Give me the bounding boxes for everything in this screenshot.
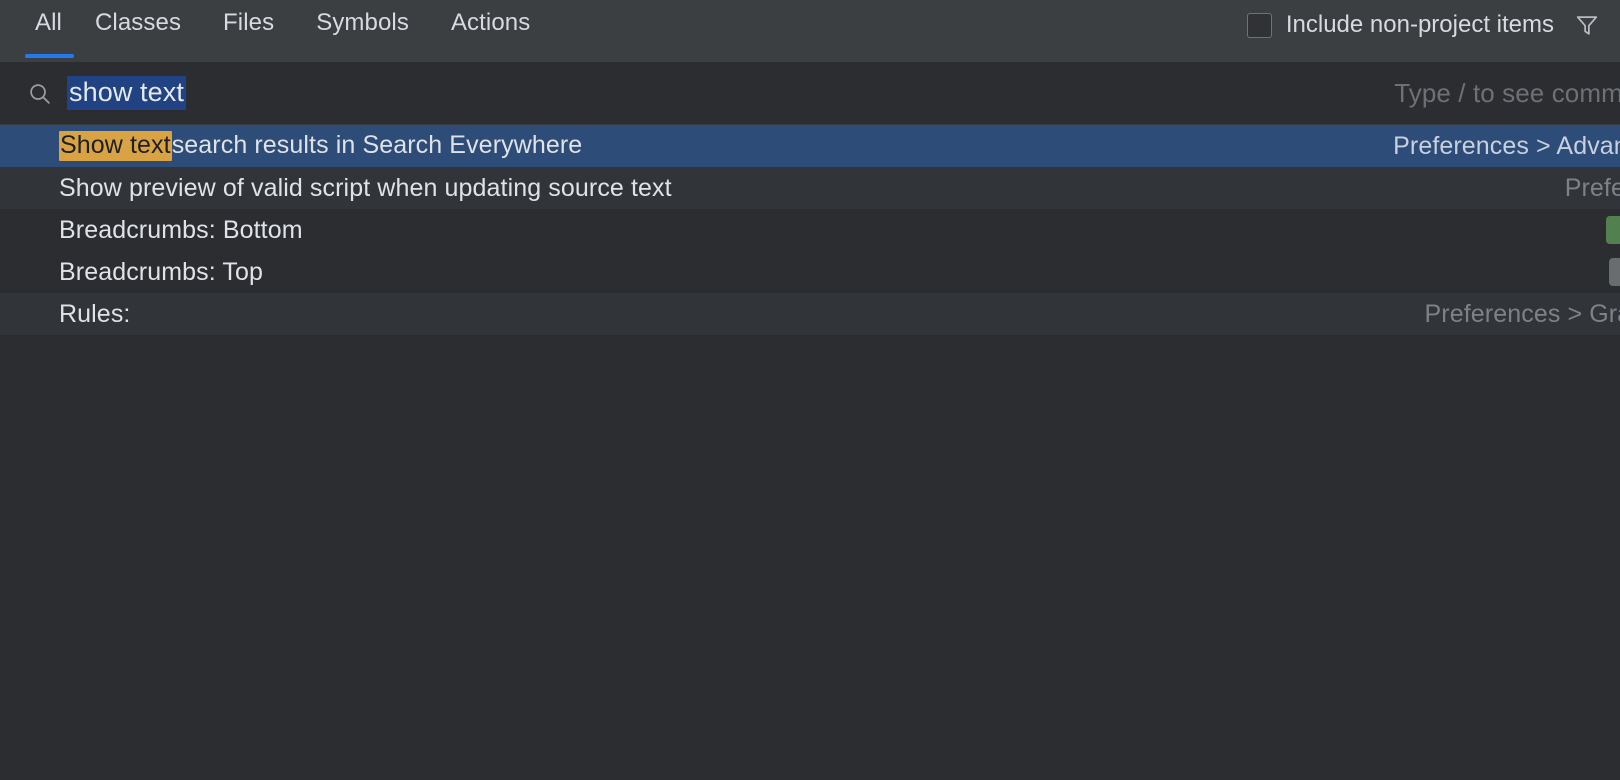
include-non-project-items-checkbox[interactable]: Include non-project items [1246, 11, 1554, 38]
search-icon [27, 81, 53, 107]
tab-symbols-underline [295, 54, 430, 58]
toggle-knob-icon [1608, 258, 1620, 286]
tab-classes-underline [74, 54, 202, 58]
result-title-rest: Breadcrumbs: Bottom [59, 215, 303, 244]
result-right-slot: OF [1608, 258, 1620, 286]
tab-actions-underline [430, 54, 551, 58]
result-row-show-text-search-results[interactable]: Show text search results in Search Every… [0, 125, 1620, 167]
result-right-slot: ON [1605, 216, 1620, 244]
result-row-breadcrumbs-top[interactable]: Breadcrumbs: Top OF [0, 251, 1620, 293]
status-badge-on[interactable]: ON [1605, 216, 1620, 244]
tab-actions[interactable]: Actions [430, 0, 551, 62]
result-row-breadcrumbs-bottom[interactable]: Breadcrumbs: Bottom ON [0, 209, 1620, 251]
tab-files-label: Files [223, 9, 275, 36]
tab-symbols-label: Symbols [316, 9, 409, 36]
result-title-rest: Breadcrumbs: Top [59, 257, 264, 286]
search-hint-text: Type / to see comman [1394, 77, 1620, 108]
result-title: Breadcrumbs: Bottom [59, 215, 303, 244]
result-title-rest: Show preview of valid script when updati… [59, 173, 672, 202]
tab-active-underline [25, 54, 74, 58]
tab-files[interactable]: Files [202, 0, 295, 62]
result-title-rest: Rules: [59, 299, 131, 328]
search-input[interactable]: show text [67, 75, 186, 111]
result-location: Preferences > Advanced Settin [1393, 131, 1620, 160]
status-badge-off[interactable]: OF [1608, 258, 1620, 286]
search-everywhere-window: All Classes Files Symbols Actions Includ… [0, 0, 1620, 780]
result-title: Show preview of valid script when updati… [59, 173, 672, 202]
tab-classes-label: Classes [94, 9, 182, 36]
tab-files-underline [202, 54, 295, 58]
include-non-project-items-label: Include non-project items [1285, 11, 1554, 38]
tab-symbols[interactable]: Symbols [295, 0, 430, 62]
tab-actions-label: Actions [450, 9, 531, 36]
filter-funnel-icon[interactable] [1572, 10, 1602, 40]
result-title: Breadcrumbs: Top [59, 257, 264, 286]
tab-bar: All Classes Files Symbols Actions Includ… [0, 0, 1620, 62]
result-location: Preferences > Grammar and Sty [1424, 299, 1620, 328]
result-title: Rules: [59, 299, 131, 328]
tab-all-label: All [35, 9, 62, 36]
result-title: Show text search results in Search Every… [59, 131, 582, 161]
search-results-list[interactable]: Show text search results in Search Every… [0, 125, 1620, 780]
match-highlight: Show text [59, 131, 172, 161]
toggle-knob-icon [1605, 216, 1620, 244]
result-row-rules[interactable]: Rules: Preferences > Grammar and Sty [0, 293, 1620, 335]
tab-bar-right-controls: Include non-project items [1246, 0, 1620, 62]
tab-all[interactable]: All [25, 0, 74, 62]
result-row-show-preview-of-valid-script[interactable]: Show preview of valid script when updati… [0, 167, 1620, 209]
tab-classes[interactable]: Classes [74, 0, 202, 62]
checkbox-box-icon[interactable] [1246, 12, 1272, 38]
result-title-rest: search results in Search Everywhere [171, 131, 583, 159]
result-location: Preferences > Oth [1564, 173, 1620, 202]
tab-list: All Classes Files Symbols Actions [0, 0, 551, 62]
search-field-row[interactable]: show text Type / to see comman [0, 62, 1620, 125]
